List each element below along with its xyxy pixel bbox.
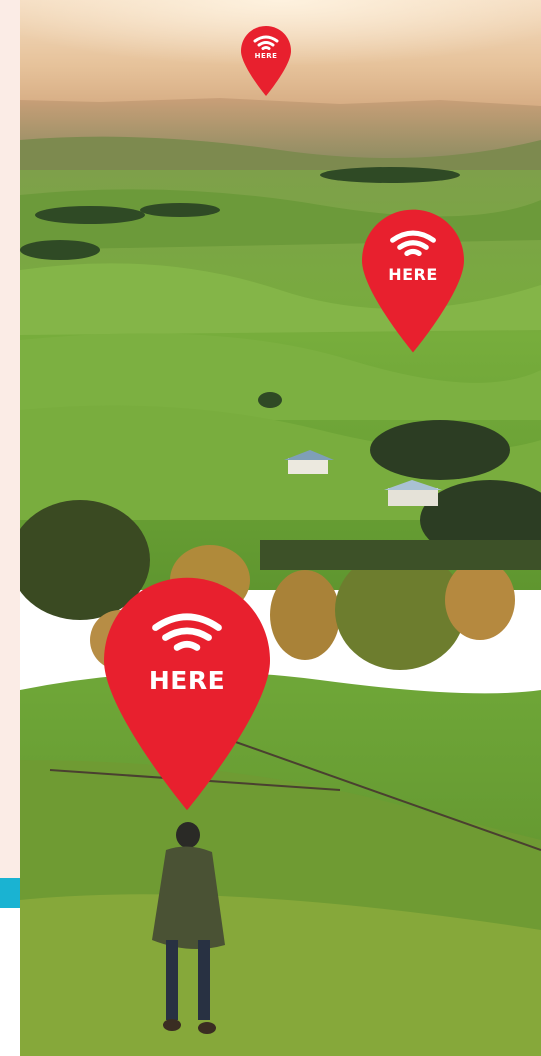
location-pin-medium: HERE [362,206,464,356]
location-pin-small: HERE [241,26,291,96]
pin-label: HERE [388,265,438,284]
sidebar-panel [0,0,20,878]
sidebar-accent-bar [0,878,20,908]
pin-label: HERE [148,666,226,695]
map-pin-icon [241,26,291,96]
sidebar-footer [0,908,20,1056]
landscape-photo: HERE HERE HERE [20,0,541,1056]
location-pin-large: HERE [104,574,270,814]
pin-label: HERE [254,52,278,60]
